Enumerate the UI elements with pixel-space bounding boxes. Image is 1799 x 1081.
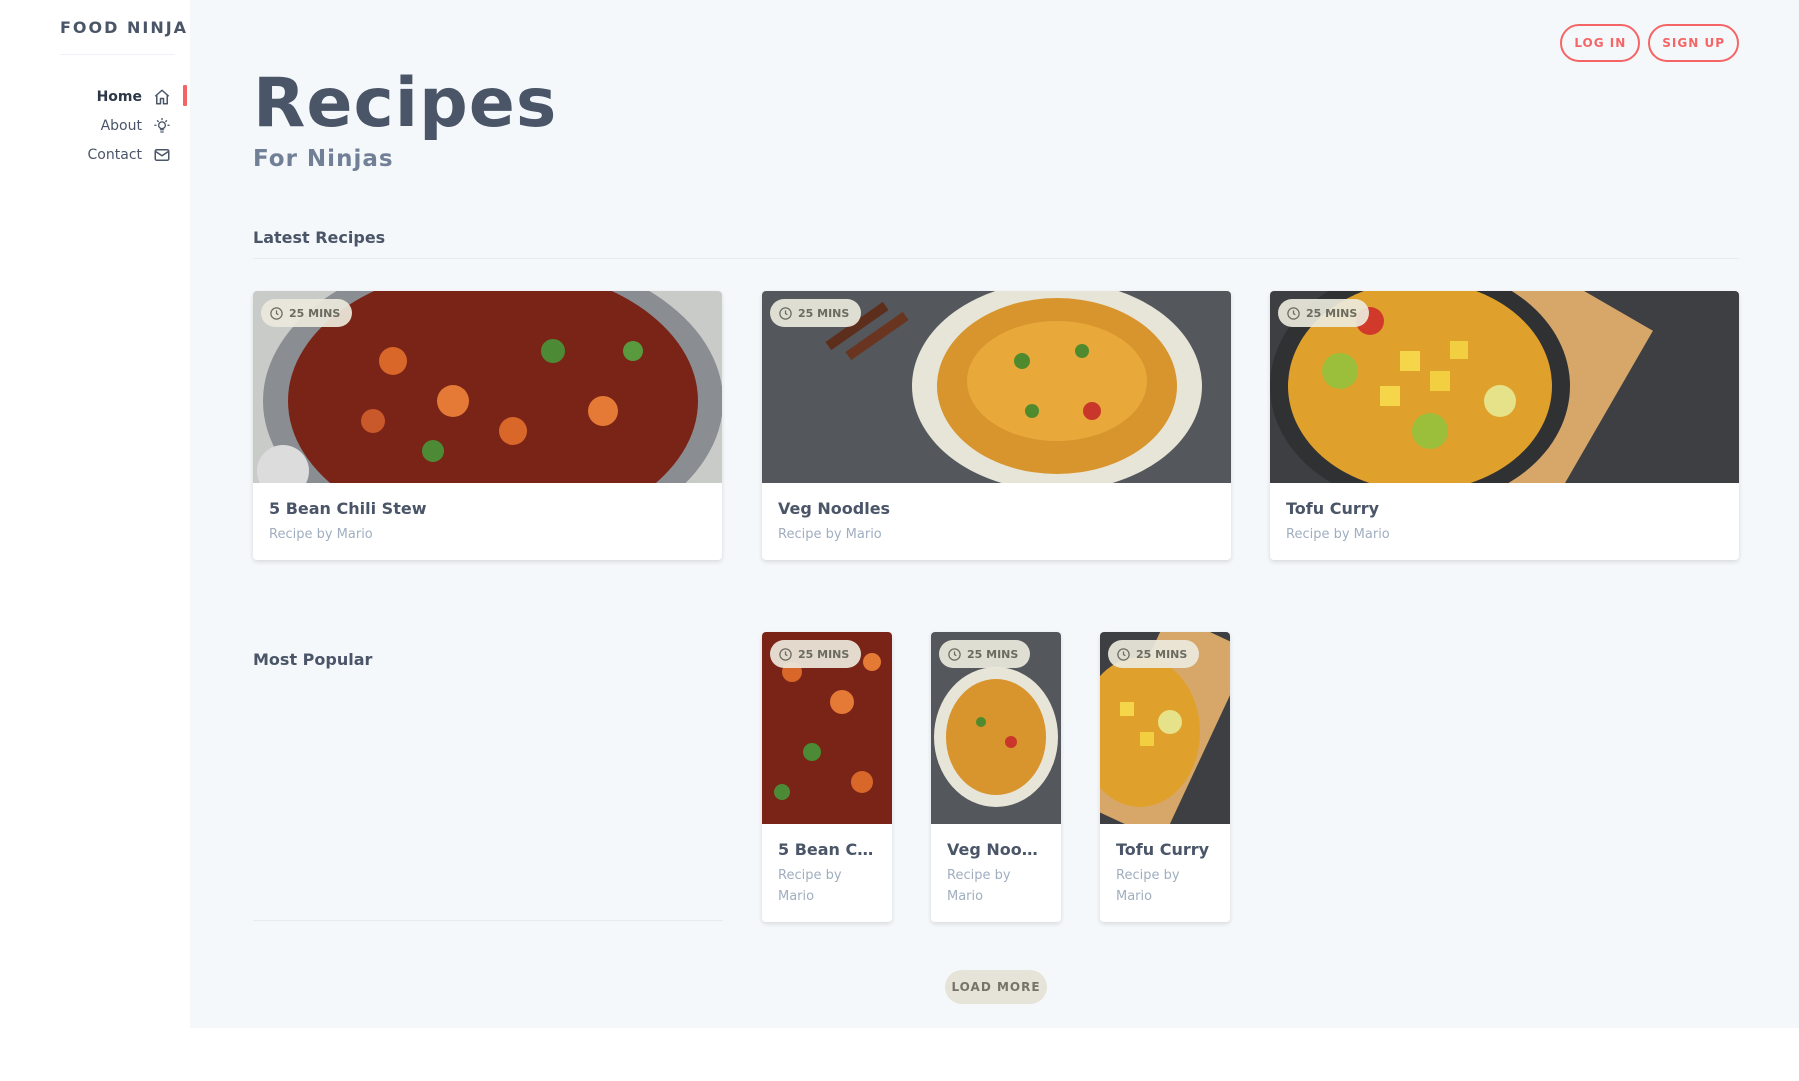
recipe-card[interactable]: 25 MINS Veg Noodles Recipe by Mario: [762, 291, 1231, 560]
main-content: LOG IN SIGN UP Recipes For Ninjas Latest…: [190, 0, 1799, 1028]
signup-button[interactable]: SIGN UP: [1648, 24, 1739, 62]
sidebar-item-about[interactable]: About: [88, 111, 172, 140]
cook-time-text: 25 MINS: [1136, 647, 1188, 661]
lightbulb-icon: [152, 116, 172, 136]
page-subtitle: For Ninjas: [253, 146, 394, 172]
sidebar-item-label: Contact: [87, 146, 142, 163]
clock-icon: [1287, 306, 1300, 320]
popular-divider: [253, 920, 723, 921]
recipe-author: Recipe by Mario: [1116, 865, 1218, 907]
recipe-author: Recipe by Mario: [1286, 527, 1390, 542]
recipe-author-line: Mario: [947, 889, 984, 904]
cook-time-badge: 25 MINS: [770, 299, 862, 327]
recipe-card-body: 5 Bean Chili Stew Recipe by Mario: [269, 499, 710, 545]
recipe-card-body: Tofu Curry Recipe by Mario: [1286, 499, 1727, 545]
cook-time-text: 25 MINS: [798, 647, 850, 661]
sidebar-item-contact[interactable]: Contact: [88, 140, 172, 169]
sidebar: FOOD NINJA Home About Contact: [0, 0, 190, 1081]
cook-time-badge: 25 MINS: [261, 299, 353, 327]
brand-logo[interactable]: FOOD NINJA: [60, 18, 188, 37]
cook-time-badge: 25 MINS: [939, 640, 1031, 668]
recipe-title: Tofu Curry: [1286, 499, 1380, 518]
cook-time-badge: 25 MINS: [770, 640, 862, 668]
recipe-author: Recipe by Mario: [778, 527, 882, 542]
clock-icon: [948, 647, 961, 661]
recipe-author: Recipe by Mario: [269, 527, 373, 542]
recipe-author-line: Recipe by: [1116, 868, 1180, 883]
recipe-card[interactable]: 25 MINS Tofu Curry Recipe by Mario: [1270, 291, 1739, 560]
cook-time-badge: 25 MINS: [1108, 640, 1200, 668]
recipe-author-line: Mario: [778, 889, 815, 904]
latest-divider: [253, 258, 1739, 259]
recipe-author-line: Recipe by: [778, 868, 842, 883]
recipe-card-body: Veg Noodles Recipe by Mario: [778, 499, 1219, 545]
active-indicator: [183, 85, 187, 106]
recipe-title: Veg Noodles: [778, 499, 891, 518]
brand-divider: [60, 54, 175, 55]
clock-icon: [779, 647, 792, 661]
recipe-card[interactable]: 25 MINS 5 Bean Chili Stew Recipe by Mari…: [253, 291, 722, 560]
cook-time-badge: 25 MINS: [1278, 299, 1370, 327]
mail-icon: [152, 145, 172, 165]
sidebar-item-label: Home: [96, 88, 142, 105]
clock-icon: [1117, 647, 1130, 661]
most-popular-heading: Most Popular: [253, 650, 373, 669]
load-more-button[interactable]: LOAD MORE: [945, 970, 1047, 1004]
recipe-author-line: Mario: [1116, 889, 1153, 904]
cook-time-text: 25 MINS: [1306, 306, 1358, 320]
recipe-author: Recipe by Mario: [778, 865, 880, 907]
recipe-author-line: Recipe by: [947, 868, 1011, 883]
recipe-card[interactable]: 25 MINS Veg Noodles Recipe by Mario: [931, 632, 1061, 922]
sidebar-nav: Home About Contact: [88, 82, 187, 169]
recipe-card-body: Tofu Curry Recipe by Mario: [1116, 840, 1218, 907]
login-button[interactable]: LOG IN: [1560, 24, 1641, 62]
page-title: Recipes: [253, 64, 558, 143]
sidebar-item-home[interactable]: Home: [88, 82, 187, 111]
clock-icon: [270, 306, 283, 320]
recipe-card-body: Veg Noodles Recipe by Mario: [947, 840, 1049, 907]
auth-buttons: LOG IN SIGN UP: [1560, 24, 1739, 62]
home-icon: [152, 87, 172, 107]
cook-time-text: 25 MINS: [967, 647, 1019, 661]
recipe-author: Recipe by Mario: [947, 865, 1049, 907]
clock-icon: [779, 306, 792, 320]
latest-recipes-heading: Latest Recipes: [253, 228, 386, 247]
sidebar-item-label: About: [100, 117, 142, 134]
recipe-card-body: 5 Bean Chi... Recipe by Mario: [778, 840, 880, 907]
recipe-title: Tofu Curry: [1116, 840, 1210, 859]
recipe-title: 5 Bean Chi...: [778, 840, 880, 859]
recipe-title: Veg Noodles: [947, 840, 1049, 859]
recipe-card[interactable]: 25 MINS Tofu Curry Recipe by Mario: [1100, 632, 1230, 922]
recipe-title: 5 Bean Chili Stew: [269, 499, 427, 518]
cook-time-text: 25 MINS: [289, 306, 341, 320]
cook-time-text: 25 MINS: [798, 306, 850, 320]
recipe-card[interactable]: 25 MINS 5 Bean Chi... Recipe by Mario: [762, 632, 892, 922]
